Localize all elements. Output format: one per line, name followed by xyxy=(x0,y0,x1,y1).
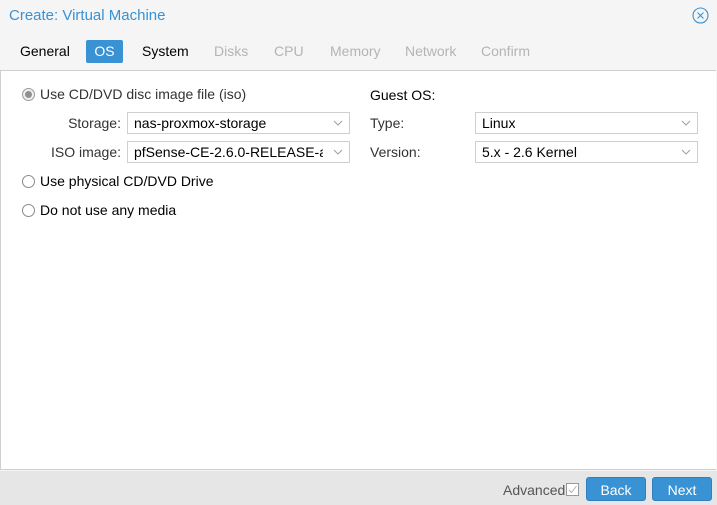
close-circle-icon xyxy=(692,7,709,24)
radio-no-media-label: Do not use any media xyxy=(40,202,177,218)
radio-use-iso-label: Use CD/DVD disc image file (iso) xyxy=(40,86,247,102)
radio-unchecked-icon xyxy=(22,174,35,188)
close-button[interactable] xyxy=(692,7,709,24)
iso-image-label: ISO image: xyxy=(50,144,121,160)
radio-use-iso[interactable]: Use CD/DVD disc image file (iso) xyxy=(22,85,246,103)
storage-select[interactable]: nas-proxmox-storage xyxy=(127,112,350,134)
checkmark-icon xyxy=(568,485,577,494)
storage-label: Storage: xyxy=(68,115,121,131)
os-type-value: Linux xyxy=(482,115,516,131)
chevron-down-icon xyxy=(333,149,343,155)
tab-general[interactable]: General xyxy=(14,40,76,63)
radio-physical-drive[interactable]: Use physical CD/DVD Drive xyxy=(22,172,213,190)
version-label: Version: xyxy=(370,144,421,160)
next-button[interactable]: Next xyxy=(652,477,712,501)
advanced-label: Advanced xyxy=(503,482,566,498)
tab-network: Network xyxy=(405,43,457,59)
wizard-tabs: General OS System Disks CPU Memory Netwo… xyxy=(0,38,717,66)
guest-os-heading: Guest OS: xyxy=(370,87,436,103)
storage-value: nas-proxmox-storage xyxy=(134,115,267,131)
tab-os[interactable]: OS xyxy=(86,40,123,63)
tab-disks: Disks xyxy=(214,43,249,59)
tab-confirm: Confirm xyxy=(481,43,531,59)
advanced-checkbox[interactable] xyxy=(566,483,579,496)
chevron-down-icon xyxy=(333,120,343,126)
tab-cpu: CPU xyxy=(274,43,304,59)
chevron-down-icon xyxy=(681,149,691,155)
radio-unchecked-icon xyxy=(22,203,35,217)
window-title: Create: Virtual Machine xyxy=(9,7,166,24)
os-version-select[interactable]: 5.x - 2.6 Kernel xyxy=(475,141,698,163)
radio-checked-icon xyxy=(22,87,35,101)
iso-image-value: pfSense-CE-2.6.0-RELEASE-amd64.iso xyxy=(134,144,323,160)
radio-no-media[interactable]: Do not use any media xyxy=(22,201,176,219)
os-panel: Use CD/DVD disc image file (iso) Storage… xyxy=(0,70,716,470)
chevron-down-icon xyxy=(681,120,691,126)
os-type-select[interactable]: Linux xyxy=(475,112,698,134)
os-version-value: 5.x - 2.6 Kernel xyxy=(482,144,577,160)
radio-physical-drive-label: Use physical CD/DVD Drive xyxy=(40,173,214,189)
back-button[interactable]: Back xyxy=(586,477,646,501)
window-header: Create: Virtual Machine xyxy=(0,0,717,34)
iso-image-select[interactable]: pfSense-CE-2.6.0-RELEASE-amd64.iso xyxy=(127,141,350,163)
type-label: Type: xyxy=(370,115,405,131)
tab-memory: Memory xyxy=(330,43,381,59)
wizard-footer: Advanced Back Next xyxy=(0,471,717,505)
tab-system[interactable]: System xyxy=(136,40,195,63)
